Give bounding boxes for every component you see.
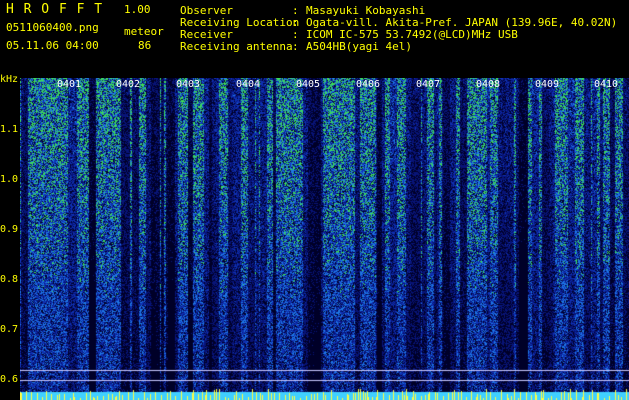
time-label: 0408 [476,79,501,90]
time-label: 0404 [236,79,261,90]
y-tick-label: 0.7 [0,324,19,335]
time-label: 0407 [416,79,441,90]
app-title: H R O F F T [6,2,104,17]
time-label: 0410 [594,79,619,90]
time-label: 0405 [296,79,321,90]
time-label: 0403 [176,79,201,90]
count-label: 86 [138,39,152,52]
time-label: 0402 [116,79,141,90]
y-tick-label: 1.1 [0,124,19,135]
app-version: 1.00 [124,3,151,16]
time-label: 0409 [535,79,560,90]
mode-label: meteor [124,25,164,38]
datetime-label: 05.11.06 04:00 [6,39,99,52]
time-label: 0401 [57,79,82,90]
antenna-label: Receiving antenna [180,40,293,53]
y-tick-label: 0.8 [0,274,19,285]
spectrogram-display [20,78,629,400]
antenna-colon: : [292,40,299,53]
antenna-value: A504HB(yagi 4el) [306,40,412,53]
axis-unit-label: kHz [0,74,19,85]
y-tick-label: 1.0 [0,174,19,185]
filename-label: 0511060400.png [6,21,99,34]
time-label: 0406 [356,79,381,90]
y-tick-label: 0.6 [0,374,19,385]
y-tick-label: 0.9 [0,224,19,235]
